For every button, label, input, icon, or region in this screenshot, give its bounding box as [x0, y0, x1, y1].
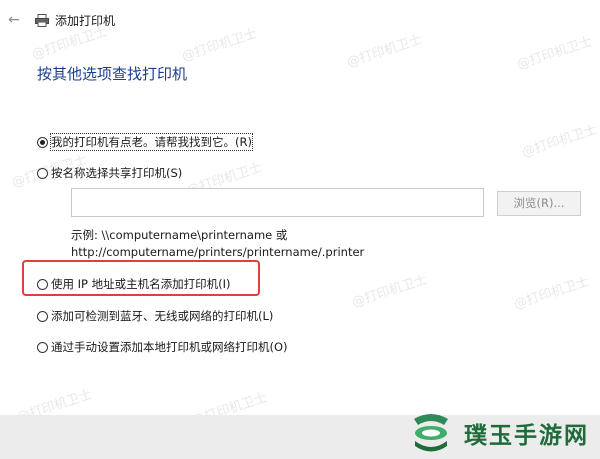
- radio-option-old-printer[interactable]: 我的打印机有点老。请帮我找到它。(R): [37, 133, 253, 151]
- brand-name: 璞玉手游网: [464, 423, 589, 449]
- watermark: @打印机卫士: [512, 274, 592, 313]
- radio-option-bluetooth-wireless[interactable]: 添加可检测到蓝牙、无线或网络的打印机(L): [37, 308, 273, 324]
- back-arrow-icon[interactable]: ←: [6, 12, 22, 28]
- browse-button[interactable]: 浏览(R)...: [497, 191, 581, 216]
- highlight-annotation-box: [22, 260, 260, 296]
- watermark: @打印机卫士: [520, 122, 600, 161]
- example-text: 示例: \\computername\printername 或 http://…: [71, 227, 364, 261]
- radio-label: 通过手动设置添加本地打印机或网络打印机(O): [51, 340, 288, 354]
- radio-option-manual-setup[interactable]: 通过手动设置添加本地打印机或网络打印机(O): [37, 339, 288, 355]
- radio-label: 我的打印机有点老。请帮我找到它。(R): [50, 133, 253, 151]
- radio-button[interactable]: [37, 341, 48, 353]
- page-heading: 按其他选项查找打印机: [37, 65, 188, 83]
- brand-logo-icon: [414, 414, 448, 452]
- example-line-2: http://computername/printers/printername…: [71, 245, 365, 259]
- example-line-1: 示例: \\computername\printername 或: [71, 228, 288, 242]
- radio-option-shared-printer[interactable]: 按名称选择共享打印机(S): [37, 165, 182, 181]
- radio-button[interactable]: [37, 167, 48, 179]
- radio-button[interactable]: [37, 136, 48, 148]
- title-bar: ← 添加打印机: [0, 0, 600, 40]
- printer-icon: [35, 14, 49, 27]
- radio-button[interactable]: [37, 310, 48, 322]
- brand-watermark: 璞玉手游网: [408, 410, 589, 456]
- shared-printer-name-input[interactable]: [71, 188, 484, 217]
- radio-label: 按名称选择共享打印机(S): [51, 166, 183, 180]
- radio-label: 添加可检测到蓝牙、无线或网络的打印机(L): [51, 309, 274, 323]
- window-title: 添加打印机: [55, 14, 116, 28]
- watermark: @打印机卫士: [350, 272, 430, 311]
